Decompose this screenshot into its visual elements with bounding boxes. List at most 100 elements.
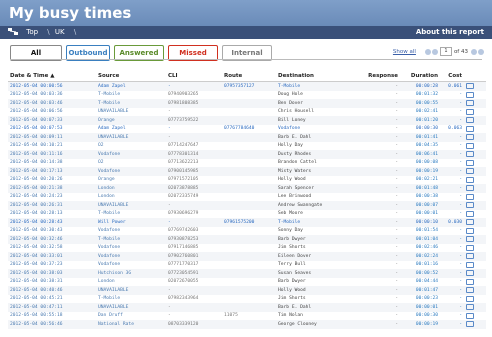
- table-row[interactable]: 2012-05-04 00:20:26 Orange 07971572105 Holl…: [8, 176, 486, 185]
- cell-cli: 07930878253: [166, 235, 222, 244]
- col-cost[interactable]: Cost: [440, 71, 464, 82]
- show-all-link[interactable]: Show all: [393, 49, 416, 55]
- table-row[interactable]: 2012-05-04 00:32:58 Vodafone 07917146885 Ji…: [8, 244, 486, 253]
- note-icon[interactable]: [466, 227, 474, 234]
- cell-response: -: [360, 81, 400, 91]
- note-icon[interactable]: [466, 151, 474, 158]
- table-row[interactable]: 2012-05-04 00:11:16 Vodafone 07778301314 Du…: [8, 150, 486, 159]
- cell-cost: -: [440, 184, 464, 193]
- breadcrumb-separator: \: [47, 28, 50, 36]
- cell-response: -: [360, 150, 400, 159]
- table-row[interactable]: 2012-05-04 00:30:43 Vodafone 07769742603 So…: [8, 227, 486, 236]
- prev-page-icon[interactable]: [431, 48, 438, 55]
- note-icon[interactable]: [466, 176, 474, 183]
- table-row[interactable]: 2012-05-04 00:33:01 Vodafone 07902760801 Ei…: [8, 252, 486, 261]
- page-input[interactable]: 1: [439, 47, 452, 56]
- note-icon[interactable]: [466, 83, 474, 90]
- table-row[interactable]: 2012-05-04 00:56:46 National Rate 08703339…: [8, 320, 486, 329]
- note-icon[interactable]: [466, 168, 474, 175]
- breadcrumb-uk[interactable]: UK: [55, 28, 65, 36]
- note-icon[interactable]: [466, 244, 474, 251]
- table-row[interactable]: 2012-05-04 00:32:46 T-Mobile 07930878253 Ba…: [8, 235, 486, 244]
- col-destination[interactable]: Destination: [276, 71, 360, 82]
- table-row[interactable]: 2012-05-04 00:38:31 London 02072670055 Barb…: [8, 278, 486, 287]
- cell-destination: Doug Hole: [278, 92, 303, 98]
- cell-cli: 08703339120: [166, 320, 222, 329]
- table-row[interactable]: 2012-05-04 00:24:23 London 02072335749 Lee …: [8, 193, 486, 202]
- col-date[interactable]: Date & Time ▲: [8, 71, 96, 82]
- note-icon[interactable]: [466, 321, 474, 328]
- note-icon[interactable]: [466, 117, 474, 124]
- note-icon[interactable]: [466, 210, 474, 217]
- table-row[interactable]: 2012-05-04 00:26:31 UNAVAILABLE - Andrew Sw…: [8, 201, 486, 210]
- note-icon[interactable]: [466, 125, 474, 132]
- cell-destination: T-Mobile: [276, 218, 360, 227]
- note-icon[interactable]: [466, 295, 474, 302]
- table-row[interactable]: 2012-05-04 00:28:43 Will Power -0796157520…: [8, 218, 486, 227]
- note-icon[interactable]: [466, 278, 474, 285]
- col-cli[interactable]: CLI: [166, 71, 222, 82]
- cell-response: -: [395, 160, 398, 166]
- cell-note: [464, 312, 486, 321]
- note-icon[interactable]: [466, 312, 474, 319]
- table-row[interactable]: 2012-05-04 00:21:38 London 02073878885 Sara…: [8, 184, 486, 193]
- table-row[interactable]: 2012-05-04 00:14:38 O2 07713622213 Brandon …: [8, 159, 486, 168]
- table-row[interactable]: 2012-05-04 00:37:23 Vodafone 07771770317 Te…: [8, 261, 486, 270]
- cell-note: [464, 99, 486, 108]
- cell-cli: -: [166, 303, 222, 312]
- table-row[interactable]: 2012-05-04 00:40:46 UNAVAILABLE - Holly Woo…: [8, 286, 486, 295]
- breadcrumb-top[interactable]: Top: [26, 28, 38, 36]
- note-icon[interactable]: [466, 142, 474, 149]
- table-row[interactable]: 2012-05-04 00:06:56 UNAVAILABLE - Chris Hou…: [8, 108, 486, 117]
- note-icon[interactable]: [466, 91, 474, 98]
- note-icon[interactable]: [466, 159, 474, 166]
- note-icon[interactable]: [466, 287, 474, 294]
- cell-destination: Barb Dwyer: [278, 279, 306, 285]
- note-icon[interactable]: [466, 304, 474, 311]
- note-icon[interactable]: [466, 100, 474, 107]
- first-page-icon[interactable]: [424, 48, 431, 55]
- cell-note: [464, 184, 486, 193]
- note-icon[interactable]: [466, 253, 474, 260]
- cell-route: [222, 286, 276, 295]
- cell-response: -: [395, 228, 398, 234]
- note-icon[interactable]: [466, 108, 474, 115]
- table-row[interactable]: 2012-05-04 00:03:46 T-Mobile 07981808385 Be…: [8, 99, 486, 108]
- note-icon[interactable]: [466, 261, 474, 268]
- note-icon[interactable]: [466, 236, 474, 243]
- table-row[interactable]: 2012-05-04 00:38:03 Hutchison 3G 077230545…: [8, 269, 486, 278]
- cell-datetime: 2012-05-04 00:20:26: [10, 177, 63, 183]
- table-row[interactable]: 2012-05-04 00:55:18 Dan Druff - 11075 Tim No…: [8, 312, 486, 321]
- table-row[interactable]: 2012-05-04 00:00:56 Adam Zapel -0795735712…: [8, 81, 486, 91]
- col-source[interactable]: Source: [96, 71, 166, 82]
- table-row[interactable]: 2012-05-04 00:45:21 T-Mobile 07982343964 Ji…: [8, 295, 486, 304]
- table-row[interactable]: 2012-05-04 00:10:21 O2 07714247647 Holly Da…: [8, 142, 486, 151]
- table-row[interactable]: 2012-05-04 00:28:13 T-Mobile 07930696279 Se…: [8, 210, 486, 219]
- col-duration[interactable]: Duration: [400, 71, 440, 82]
- table-row[interactable]: 2012-05-04 00:17:13 Vodafone 07900145985 Mi…: [8, 167, 486, 176]
- next-page-icon[interactable]: [471, 48, 477, 55]
- table-row[interactable]: 2012-05-04 00:47:11 UNAVAILABLE - Barb E. D…: [8, 303, 486, 312]
- cell-source: UNAVAILABLE: [96, 303, 166, 312]
- cell-source: UNAVAILABLE: [96, 286, 166, 295]
- note-icon[interactable]: [466, 270, 474, 277]
- last-page-icon[interactable]: [478, 48, 484, 55]
- note-icon[interactable]: [466, 134, 474, 141]
- network-icon: [8, 27, 18, 35]
- cell-cli: 07917146885: [168, 245, 199, 251]
- table-row[interactable]: 2012-05-04 00:03:36 T-Mobile 07940903265 Do…: [8, 91, 486, 100]
- col-route[interactable]: Route: [222, 71, 276, 82]
- table-row[interactable]: 2012-05-04 00:07:53 Adam Zapel - 0776778464…: [8, 125, 486, 134]
- col-response[interactable]: Response: [360, 71, 400, 82]
- about-link[interactable]: About this report: [416, 26, 484, 39]
- cell-duration: 00:00:30: [415, 313, 438, 319]
- cell-response: -: [360, 167, 400, 176]
- table-row[interactable]: 2012-05-04 00:09:11 UNAVAILABLE - Barb E. D…: [8, 133, 486, 142]
- note-icon[interactable]: [466, 219, 474, 226]
- note-icon[interactable]: [466, 193, 474, 200]
- cell-destination: Sonny Day: [278, 228, 303, 234]
- table-row[interactable]: 2012-05-04 00:07:33 Orange 07773759522 Bill…: [8, 116, 486, 125]
- note-icon[interactable]: [466, 185, 474, 192]
- note-icon[interactable]: [466, 202, 474, 209]
- cell-datetime: 2012-05-04 00:37:23: [10, 262, 63, 268]
